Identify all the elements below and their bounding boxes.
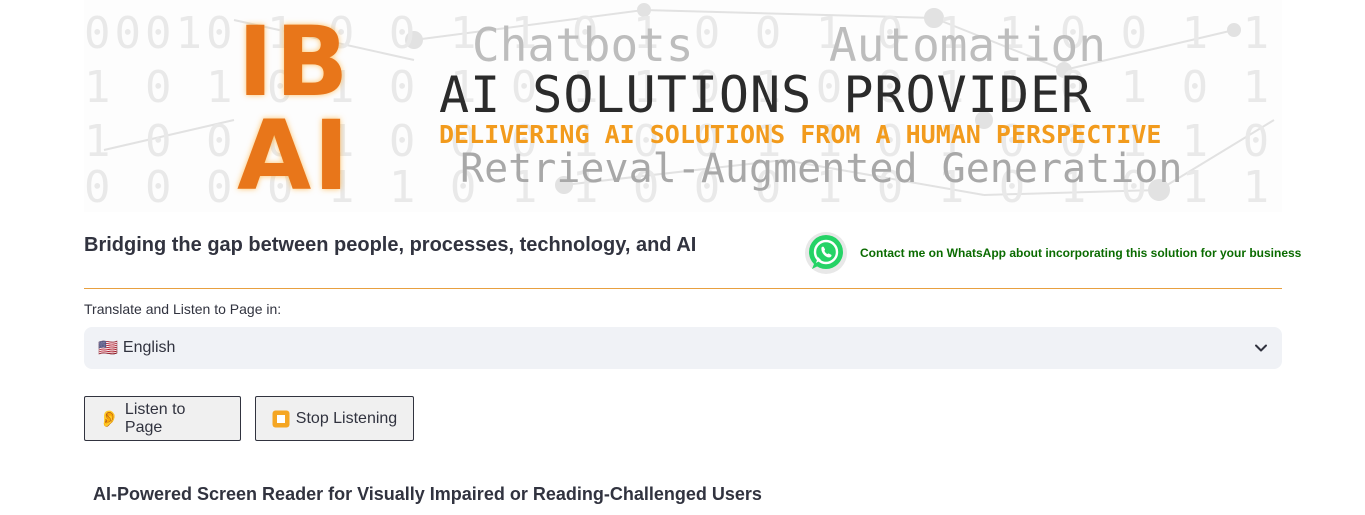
banner-image: 00010 1 0 0 1 1 0 1 0 0 1 0 1 1 0 0 1 1 … — [84, 0, 1282, 212]
banner-title: AI SOLUTIONS PROVIDER — [439, 66, 1093, 124]
logo-line-1: IB — [237, 6, 351, 118]
page-tagline: Bridging the gap between people, process… — [84, 234, 697, 256]
banner-word-automation: Automation — [829, 18, 1106, 72]
header-divider — [84, 288, 1282, 289]
logo-line-2: AI — [236, 100, 351, 212]
us-flag-icon: 🇺🇸 — [98, 340, 118, 357]
translate-label: Translate and Listen to Page in: — [84, 301, 282, 317]
listen-to-page-button[interactable]: 👂 Listen to Page — [84, 396, 241, 441]
whatsapp-icon — [805, 232, 847, 274]
ear-icon: 👂 — [99, 410, 119, 428]
language-select-value: 🇺🇸 English — [98, 338, 175, 358]
listen-button-label: Listen to Page — [124, 400, 186, 436]
whatsapp-contact-link[interactable]: Contact me on WhatsApp about incorporati… — [804, 231, 1301, 275]
stop-button-label: Stop Listening — [295, 409, 398, 427]
page: 00010 1 0 0 1 1 0 1 0 0 1 0 1 1 0 0 1 1 … — [0, 0, 1365, 515]
selected-language: English — [122, 339, 176, 356]
section-title: AI-Powered Screen Reader for Visually Im… — [93, 484, 762, 504]
whatsapp-link-text: Contact me on WhatsApp about incorporati… — [860, 246, 1302, 260]
banner-subtitle: DELIVERING AI SOLUTIONS FROM A HUMAN PER… — [439, 120, 1162, 149]
ibai-logo: IB AI — [234, 12, 354, 206]
stop-icon — [272, 410, 290, 428]
stop-listening-button[interactable]: Stop Listening — [255, 396, 414, 441]
language-select[interactable]: 🇺🇸 English — [84, 327, 1282, 369]
banner-word-chatbots: Chatbots — [472, 18, 694, 72]
banner-rag-text: Retrieval-Augmented Generation — [460, 146, 1183, 192]
chevron-down-icon — [1255, 344, 1267, 352]
